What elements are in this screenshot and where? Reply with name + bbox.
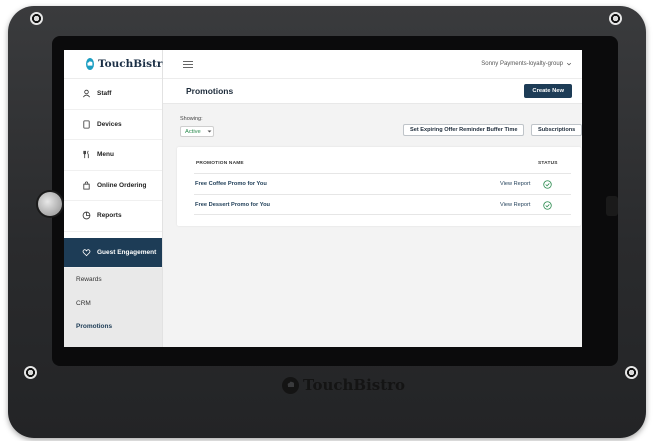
screw-icon <box>609 12 622 25</box>
account-name: Sonny Payments-loyalty-group <box>481 61 563 67</box>
chef-hat-icon <box>86 58 94 70</box>
sidebar: TouchBistro Staff Devices Menu Online Or… <box>64 50 169 347</box>
check-circle-icon <box>543 180 552 189</box>
divider <box>194 214 571 215</box>
main-content: Sonny Payments-loyalty-group Promotions … <box>163 50 582 347</box>
sidebar-subitem-guest-feedback[interactable]: Guest Feedback <box>64 339 162 348</box>
sidebar-subitem-rewards[interactable]: Rewards <box>64 268 162 292</box>
divider <box>194 194 571 195</box>
promotion-name[interactable]: Free Coffee Promo for You <box>195 181 267 187</box>
chevron-down-icon <box>566 62 572 66</box>
sidebar-item-menu[interactable]: Menu <box>64 140 162 171</box>
hamburger-menu-icon[interactable] <box>183 60 193 68</box>
column-header-promotion-name: PROMOTION NAME <box>196 161 244 166</box>
create-new-button[interactable]: Create New <box>524 84 572 98</box>
sidebar-submenu: Rewards CRM Promotions Guest Feedback <box>64 268 162 347</box>
sidebar-subitem-crm[interactable]: CRM <box>64 292 162 316</box>
bezel-logo-text: TouchBistro <box>303 376 406 394</box>
sidebar-subitem-promotions[interactable]: Promotions <box>64 315 162 339</box>
app-screen: TouchBistro Staff Devices Menu Online Or… <box>64 50 582 347</box>
sidebar-item-label: Devices <box>97 120 122 128</box>
sidebar-item-guest-engagement[interactable]: Guest Engagement <box>64 237 162 268</box>
chef-hat-icon <box>282 376 299 394</box>
status-filter-select[interactable]: Active <box>180 126 214 137</box>
top-bar: Sonny Payments-loyalty-group <box>163 50 582 79</box>
chart-icon <box>82 211 91 220</box>
sidebar-item-label: Menu <box>97 151 114 159</box>
side-button <box>606 196 618 216</box>
sidebar-item-devices[interactable]: Devices <box>64 110 162 140</box>
bezel-logo: TouchBistro <box>282 375 405 395</box>
sidebar-item-label: Online Ordering <box>97 181 147 189</box>
sidebar-item-online-ordering[interactable]: Online Ordering <box>64 171 162 201</box>
screw-icon <box>30 12 43 25</box>
home-button[interactable] <box>38 192 62 216</box>
brand-name: TouchBistro <box>98 58 170 70</box>
screw-icon <box>625 366 638 379</box>
page-title: Promotions <box>186 86 234 96</box>
page-header: Promotions Create New <box>163 79 582 104</box>
sidebar-item-reports[interactable]: Reports <box>64 201 162 232</box>
sidebar-item-label: Staff <box>97 90 112 98</box>
sidebar-item-label: Guest Engagement <box>97 248 157 256</box>
column-header-status: STATUS <box>538 161 558 166</box>
tablet-icon <box>82 120 91 129</box>
user-icon <box>82 89 91 98</box>
caret-down-icon <box>207 130 212 133</box>
view-report-link[interactable]: View Report <box>500 181 530 187</box>
view-report-link[interactable]: View Report <box>500 202 530 208</box>
status-filter-value: Active <box>185 128 201 135</box>
utensils-icon <box>82 150 91 159</box>
heart-icon <box>82 248 91 257</box>
buffer-time-button[interactable]: Set Expiring Offer Reminder Buffer Time <box>403 124 525 136</box>
shopping-bag-icon <box>82 181 91 190</box>
promotion-name[interactable]: Free Dessert Promo for You <box>195 202 270 208</box>
promotions-table: PROMOTION NAME STATUS Free Coffee Promo … <box>177 147 581 226</box>
sidebar-item-label: Reports <box>97 212 122 220</box>
brand-logo[interactable]: TouchBistro <box>64 50 169 79</box>
check-circle-icon <box>543 201 552 210</box>
sidebar-item-staff[interactable]: Staff <box>64 79 162 110</box>
subscriptions-button[interactable]: Subscriptions <box>531 124 582 136</box>
showing-label: Showing: <box>180 116 203 122</box>
screw-icon <box>24 366 37 379</box>
divider <box>194 173 571 174</box>
account-switcher[interactable]: Sonny Payments-loyalty-group <box>481 61 572 67</box>
